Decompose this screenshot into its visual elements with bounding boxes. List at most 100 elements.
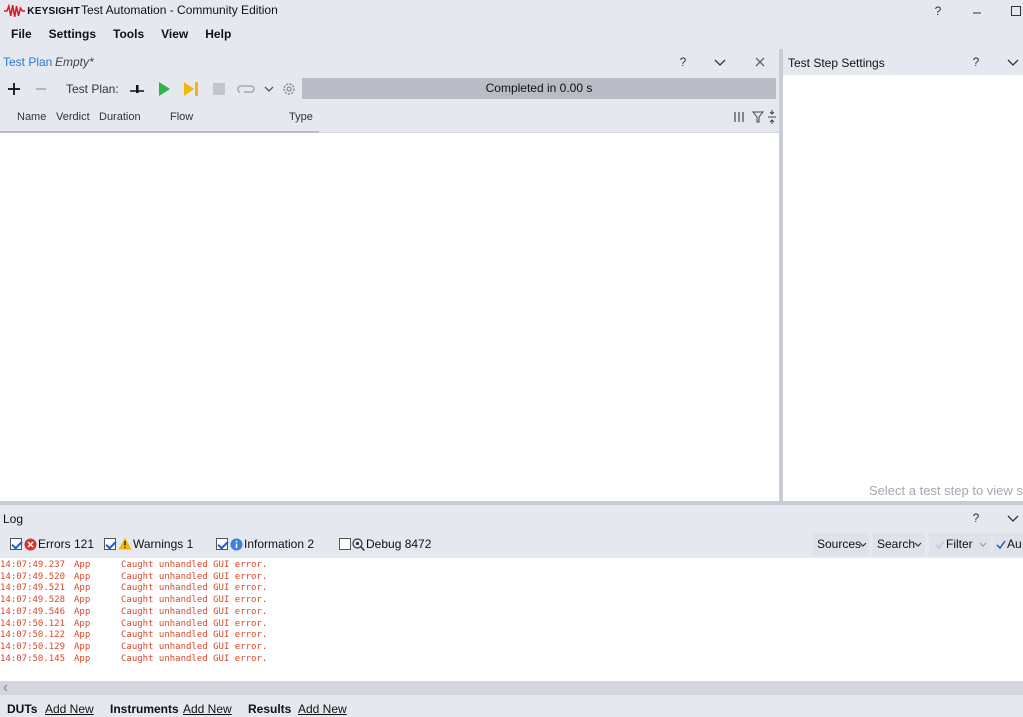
column-filter-button[interactable]	[752, 111, 764, 123]
log-time: 14:07:50.122	[0, 630, 66, 641]
log-filter-bar: Errors 121 Warnings 1 Information 2 Debu…	[0, 531, 1023, 558]
test-plan-grid[interactable]	[0, 133, 779, 501]
column-duration[interactable]: Duration	[99, 111, 141, 123]
log-source: App	[74, 583, 91, 594]
column-chooser-button[interactable]	[733, 111, 745, 123]
expand-collapse-icon	[768, 110, 776, 124]
log-message: Caught unhandled GUI error.	[121, 606, 268, 617]
menu-settings[interactable]: Settings	[43, 27, 102, 41]
information-filter-label[interactable]: Information 2	[244, 537, 314, 551]
keysight-wave-icon	[4, 4, 26, 17]
error-icon	[24, 538, 37, 551]
minimize-button[interactable]	[968, 2, 986, 20]
log-source: App	[74, 653, 91, 664]
step-settings-help-button[interactable]: ?	[967, 53, 985, 71]
log-time: 14:07:49.546	[0, 606, 66, 617]
log-message: Caught unhandled GUI error.	[121, 583, 268, 594]
menu-help[interactable]: Help	[199, 27, 237, 41]
log-collapse-button[interactable]	[1004, 509, 1022, 527]
log-source: App	[74, 571, 91, 582]
chevron-down-icon	[914, 542, 922, 547]
test-plan-close-button[interactable]	[751, 53, 769, 71]
auto-scroll-toggle[interactable]: Au	[993, 533, 1023, 556]
log-time: 14:07:50.145	[0, 653, 66, 664]
test-plan-collapse-button[interactable]	[711, 53, 729, 71]
log-message: Caught unhandled GUI error.	[121, 560, 268, 570]
debug-checkbox[interactable]	[339, 538, 351, 550]
information-checkbox[interactable]	[216, 538, 228, 550]
auto-scroll-label: Au	[1007, 537, 1022, 551]
test-step-settings-title: Test Step Settings	[788, 56, 885, 70]
play-icon	[159, 82, 170, 96]
results-label: Results	[248, 702, 292, 716]
log-time: 14:07:49.521	[0, 583, 66, 594]
debug-filter-label[interactable]: Debug 8472	[366, 537, 431, 551]
column-name[interactable]: Name	[17, 111, 46, 123]
log-source: App	[74, 630, 91, 641]
search-button[interactable]: Search	[873, 533, 925, 556]
select-step-hint: Select a test step to view s	[869, 483, 1023, 498]
close-icon	[755, 57, 765, 67]
breakpoint-button[interactable]	[127, 79, 147, 99]
menu-file[interactable]: File	[5, 27, 38, 41]
warnings-checkbox[interactable]	[104, 538, 116, 550]
expand-collapse-button[interactable]	[767, 110, 777, 124]
log-list[interactable]: 14:07:49.237 App Caught unhandled GUI erro…	[0, 558, 1023, 681]
test-plan-name: Empty*	[55, 55, 94, 69]
title-bar: KEYSIGHT Test Automation - Community Edi…	[0, 0, 1023, 22]
minus-icon	[36, 88, 46, 90]
brand-text: KEYSIGHT	[27, 5, 80, 17]
add-dut-link[interactable]: Add New	[45, 702, 94, 716]
sources-button[interactable]: Sources	[813, 533, 869, 556]
log-message: Caught unhandled GUI error.	[121, 571, 268, 582]
log-source: App	[74, 606, 91, 617]
log-title: Log	[3, 512, 24, 526]
repeat-button[interactable]	[236, 79, 256, 99]
errors-checkbox[interactable]	[10, 538, 22, 550]
window-title: Test Automation - Community Edition	[81, 3, 278, 17]
maximize-button[interactable]	[1007, 2, 1023, 20]
add-instrument-link[interactable]: Add New	[183, 702, 232, 716]
chevron-down-icon	[264, 86, 274, 92]
filter-button[interactable]: Filter	[929, 533, 991, 556]
log-message: Caught unhandled GUI error.	[121, 653, 268, 664]
stop-icon	[213, 83, 225, 95]
log-message: Caught unhandled GUI error.	[121, 641, 268, 652]
menu-view[interactable]: View	[155, 27, 194, 41]
keysight-logo: KEYSIGHT	[4, 3, 80, 19]
run-selected-button[interactable]	[181, 79, 201, 99]
column-type[interactable]: Type	[289, 111, 313, 123]
log-help-button[interactable]: ?	[967, 509, 985, 527]
chevron-down-icon	[1007, 515, 1019, 522]
log-time: 14:07:50.121	[0, 618, 66, 629]
test-step-settings-panel: Select a test step to view s	[783, 75, 1023, 501]
column-flow[interactable]: Flow	[170, 111, 193, 123]
test-step-settings-header: Test Step Settings ?	[783, 49, 1023, 75]
stop-button[interactable]	[209, 79, 229, 99]
menu-tools[interactable]: Tools	[107, 27, 150, 41]
test-plan-tab[interactable]: Test Plan	[3, 55, 52, 69]
repeat-icon	[237, 85, 255, 93]
toolbar-test-plan-label: Test Plan:	[66, 82, 119, 96]
add-result-link[interactable]: Add New	[298, 702, 347, 716]
warnings-filter-label[interactable]: Warnings 1	[133, 537, 193, 551]
log-message: Caught unhandled GUI error.	[121, 595, 268, 606]
log-horizontal-scrollbar[interactable]	[0, 681, 1023, 695]
errors-filter-label[interactable]: Errors 121	[38, 537, 94, 551]
chevron-down-icon	[979, 542, 987, 547]
log-source: App	[74, 595, 91, 606]
test-plan-help-button[interactable]: ?	[674, 53, 692, 71]
add-step-button[interactable]	[4, 79, 24, 99]
run-button[interactable]	[154, 79, 174, 99]
menu-bar: File Settings Tools View Help	[0, 22, 1023, 46]
warning-icon	[118, 537, 132, 550]
run-status-bar: Completed in 0.00 s	[302, 78, 776, 99]
column-verdict[interactable]: Verdict	[56, 111, 90, 123]
window-help-button[interactable]: ?	[929, 2, 947, 20]
remove-step-button[interactable]	[31, 79, 51, 99]
filter-label: Filter	[946, 537, 973, 551]
chevron-down-icon	[714, 59, 726, 66]
plan-settings-button[interactable]	[279, 79, 299, 99]
repeat-dropdown-button[interactable]	[261, 79, 277, 99]
step-settings-collapse-button[interactable]	[1004, 53, 1022, 71]
